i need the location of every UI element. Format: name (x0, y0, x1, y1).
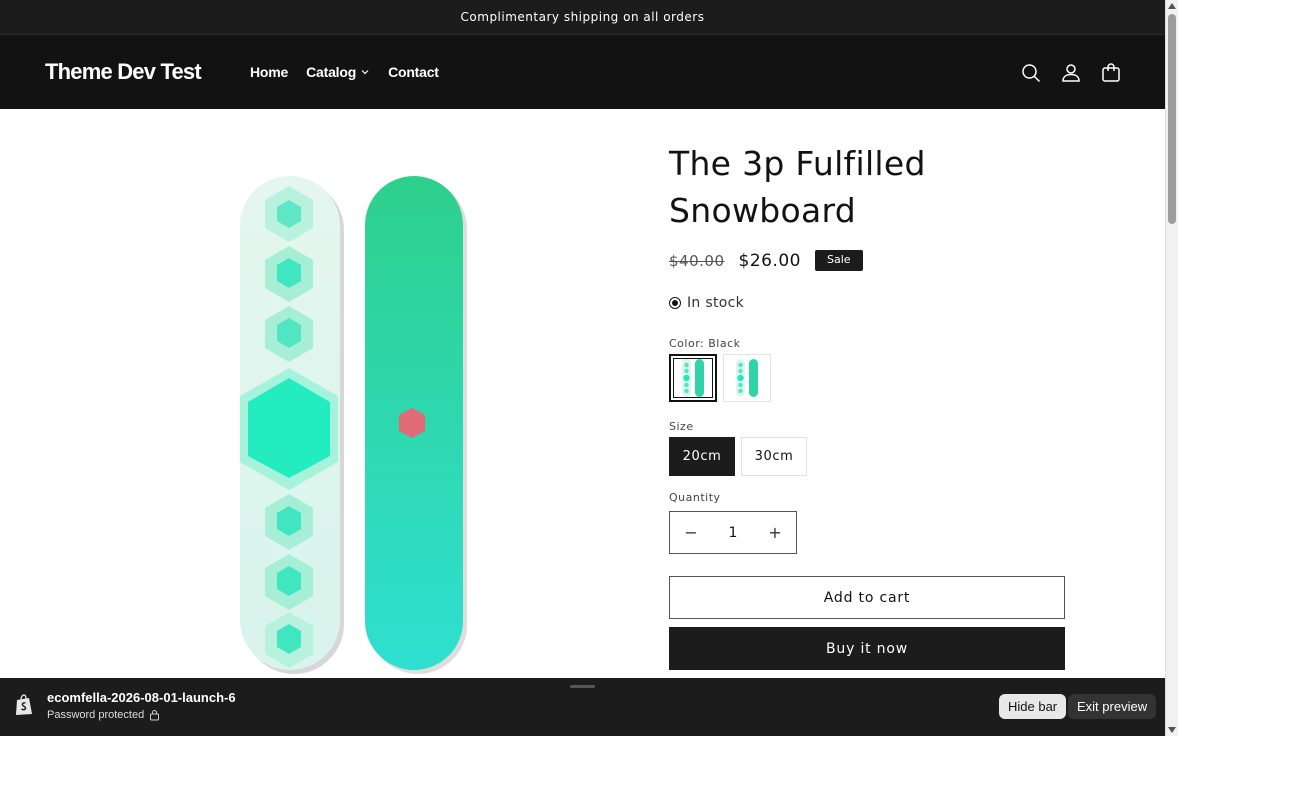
browser-viewport: Complimentary shipping on all orders The… (0, 0, 1178, 736)
nav-contact[interactable]: Contact (388, 64, 439, 80)
quantity-decrease-button[interactable]: − (684, 523, 698, 542)
product-info: The 3p Fulfilled Snowboard $40.00 $26.00… (669, 140, 1069, 670)
page-scrollbar[interactable] (1165, 0, 1178, 736)
nav-contact-label: Contact (388, 64, 439, 80)
password-status-text: Password protected (47, 709, 145, 721)
compare-at-price: $40.00 (669, 251, 725, 270)
scroll-down-arrow-icon[interactable] (1168, 727, 1176, 733)
stock-status: In stock (669, 295, 1069, 311)
quantity-label: Quantity (669, 491, 721, 504)
add-to-cart-button[interactable]: Add to cart (669, 576, 1065, 619)
quantity-stepper: − 1 + (669, 511, 797, 554)
product-image[interactable] (232, 172, 472, 678)
size-options: 20cm 30cm (669, 437, 1069, 476)
announcement-bar: Complimentary shipping on all orders (0, 0, 1165, 34)
cart-icon[interactable] (1099, 61, 1123, 85)
swatch-thumbnail-icon (682, 359, 704, 397)
snowboard-image (240, 176, 467, 674)
hide-bar-button[interactable]: Hide bar (999, 694, 1067, 719)
product-title-line1: The 3p Fulfilled (669, 144, 926, 183)
search-icon[interactable] (1019, 61, 1043, 85)
preview-store-name: ecomfella-2026-08-01-launch-6 (47, 690, 236, 705)
account-icon[interactable] (1059, 61, 1083, 85)
stock-indicator-icon (669, 297, 681, 309)
quantity-input[interactable]: 1 (729, 525, 738, 541)
color-swatch-black[interactable] (669, 354, 717, 402)
scroll-up-arrow-icon[interactable] (1168, 3, 1176, 9)
main-nav: Home Catalog Contact (250, 64, 439, 80)
product-title-line2: Snowboard (669, 191, 857, 230)
product-title: The 3p Fulfilled Snowboard (669, 140, 1069, 234)
site-header: Theme Dev Test Home Catalog Contact (0, 34, 1165, 109)
quantity-increase-button[interactable]: + (768, 523, 782, 542)
announcement-text: Complimentary shipping on all orders (460, 10, 705, 24)
size-option-20cm[interactable]: 20cm (669, 437, 735, 476)
buy-it-now-button[interactable]: Buy it now (669, 627, 1065, 670)
nav-home-label: Home (250, 64, 289, 80)
password-status: Password protected (47, 709, 160, 721)
header-icons (1019, 61, 1123, 85)
shopify-bag-icon (16, 694, 32, 715)
size-label: Size (669, 420, 694, 433)
preview-bar-drag-handle[interactable] (570, 685, 595, 688)
color-label: Color: Black (669, 337, 741, 350)
chevron-down-icon (361, 70, 369, 75)
lock-icon (150, 710, 160, 721)
exit-preview-button[interactable]: Exit preview (1068, 694, 1157, 719)
color-swatches (669, 354, 1069, 402)
nav-catalog-label: Catalog (306, 64, 357, 80)
sale-badge: Sale (814, 250, 863, 271)
color-swatch-alt[interactable] (723, 354, 771, 402)
store-logo[interactable]: Theme Dev Test (45, 59, 202, 85)
preview-bar: ecomfella-2026-08-01-launch-6 Password p… (0, 678, 1165, 736)
stock-text: In stock (687, 295, 745, 311)
size-option-30cm[interactable]: 30cm (741, 437, 807, 476)
scroll-thumb[interactable] (1168, 14, 1176, 224)
swatch-thumbnail-icon (736, 359, 758, 397)
nav-catalog[interactable]: Catalog (306, 64, 370, 80)
nav-home[interactable]: Home (250, 64, 288, 80)
price-row: $40.00 $26.00 Sale (669, 250, 1069, 271)
sale-price: $26.00 (738, 250, 801, 271)
